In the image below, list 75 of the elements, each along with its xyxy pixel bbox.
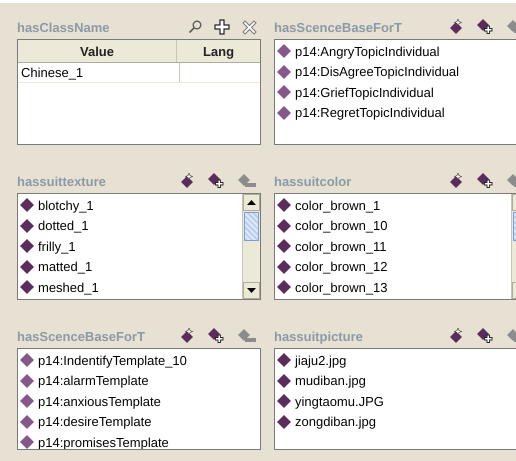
diamond-icon bbox=[277, 198, 291, 212]
list-item[interactable]: mudiban.jpg bbox=[275, 370, 516, 391]
diamond-icon bbox=[277, 44, 291, 58]
diamond-icon bbox=[277, 414, 291, 429]
search-icon[interactable] bbox=[188, 20, 202, 34]
panel-title: hassuitpicture bbox=[274, 328, 363, 344]
diamond-icon bbox=[20, 435, 34, 449]
diamond-icon bbox=[277, 106, 291, 120]
list-item[interactable]: p14:IndentifyTemplate_10 bbox=[18, 350, 260, 370]
list-item[interactable]: p14:DisAgreeTopicIndividual bbox=[275, 62, 516, 82]
diamond-minus-icon[interactable] bbox=[237, 173, 257, 189]
panel-title: hasScenceBaseForT bbox=[274, 20, 402, 34]
diamond-icon bbox=[20, 280, 34, 294]
list-item[interactable]: blotchy_1 bbox=[18, 195, 242, 216]
panel-title: hassuitcolor bbox=[274, 174, 352, 188]
panel-title: hasScenceBaseForT bbox=[17, 328, 145, 344]
diamond-star-icon[interactable] bbox=[448, 19, 464, 35]
list-item[interactable]: p14:AngryTopicIndividual bbox=[275, 41, 516, 62]
diamond-icon bbox=[277, 260, 291, 274]
scroll-up-button[interactable] bbox=[243, 194, 260, 211]
diamond-plus-icon[interactable] bbox=[207, 172, 225, 190]
list-item[interactable]: frilly_1 bbox=[18, 236, 242, 256]
list-item[interactable]: color_brown_1 bbox=[275, 195, 511, 216]
diamond-icon bbox=[20, 218, 34, 233]
diamond-icon bbox=[277, 85, 291, 100]
table-cell: Chinese_1 bbox=[18, 63, 180, 82]
diamond-icon bbox=[277, 280, 291, 294]
panel-title: hasClassName bbox=[17, 20, 110, 34]
diamond-icon bbox=[277, 374, 291, 388]
scroll-thumb[interactable] bbox=[244, 212, 259, 241]
diamond-icon bbox=[277, 64, 291, 79]
list-item[interactable]: p14:RegretTopicIndividual bbox=[275, 102, 516, 123]
diamond-star-icon[interactable] bbox=[179, 173, 195, 189]
diamond-icon bbox=[20, 414, 34, 429]
add-icon[interactable] bbox=[214, 19, 230, 35]
up-triangle-icon bbox=[247, 200, 256, 205]
list-item[interactable]: color_brown_10 bbox=[275, 216, 511, 236]
list-item[interactable]: color_brown_11 bbox=[275, 236, 511, 256]
panel-title: hassuittexture bbox=[17, 174, 106, 188]
list-item[interactable]: zongdiban.jpg bbox=[275, 412, 516, 432]
diamond-star-icon[interactable] bbox=[448, 173, 464, 189]
list-item[interactable]: p14:desireTemplate bbox=[18, 412, 260, 432]
column-header[interactable]: Lang bbox=[177, 40, 260, 62]
column-header[interactable]: Value bbox=[18, 40, 177, 62]
list-item[interactable]: meshed_1 bbox=[18, 277, 242, 298]
diamond-star-icon[interactable] bbox=[448, 328, 464, 344]
list-item[interactable]: yingtaomu.JPG bbox=[275, 391, 516, 412]
diamond-icon bbox=[20, 394, 34, 408]
list-item[interactable]: matted_1 bbox=[18, 256, 242, 277]
list-item[interactable]: p14:alarmTemplate bbox=[18, 370, 260, 391]
diamond-icon bbox=[20, 198, 34, 212]
diamond-icon bbox=[277, 218, 291, 233]
scroll-down-button[interactable] bbox=[243, 282, 260, 299]
list-item[interactable]: p14:GriefTopicIndividual bbox=[275, 82, 516, 102]
diamond-plus-icon[interactable] bbox=[476, 172, 494, 190]
list-item[interactable]: color_brown_13 bbox=[275, 277, 511, 298]
list-item[interactable]: jiaju2.jpg bbox=[275, 350, 516, 370]
list-item[interactable]: color_brown_12 bbox=[275, 256, 511, 277]
diamond-icon bbox=[20, 353, 34, 368]
diamond-icon bbox=[277, 239, 291, 254]
scrollbar[interactable] bbox=[242, 194, 260, 299]
diamond-icon bbox=[277, 353, 291, 368]
down-triangle-icon bbox=[247, 288, 256, 293]
list-item[interactable]: p14:anxiousTemplate bbox=[18, 391, 260, 412]
diamond-minus-icon[interactable] bbox=[237, 328, 257, 344]
close-icon[interactable] bbox=[242, 20, 257, 34]
diamond-plus-icon[interactable] bbox=[476, 327, 494, 345]
diamond-icon bbox=[20, 239, 34, 254]
diamond-plus-icon[interactable] bbox=[476, 18, 494, 36]
list-item[interactable]: dotted_1 bbox=[18, 216, 242, 236]
diamond-star-icon[interactable] bbox=[179, 328, 195, 344]
diamond-icon bbox=[277, 394, 291, 408]
diamond-icon bbox=[20, 260, 34, 274]
diamond-plus-icon[interactable] bbox=[207, 327, 225, 345]
diamond-icon bbox=[20, 374, 34, 388]
